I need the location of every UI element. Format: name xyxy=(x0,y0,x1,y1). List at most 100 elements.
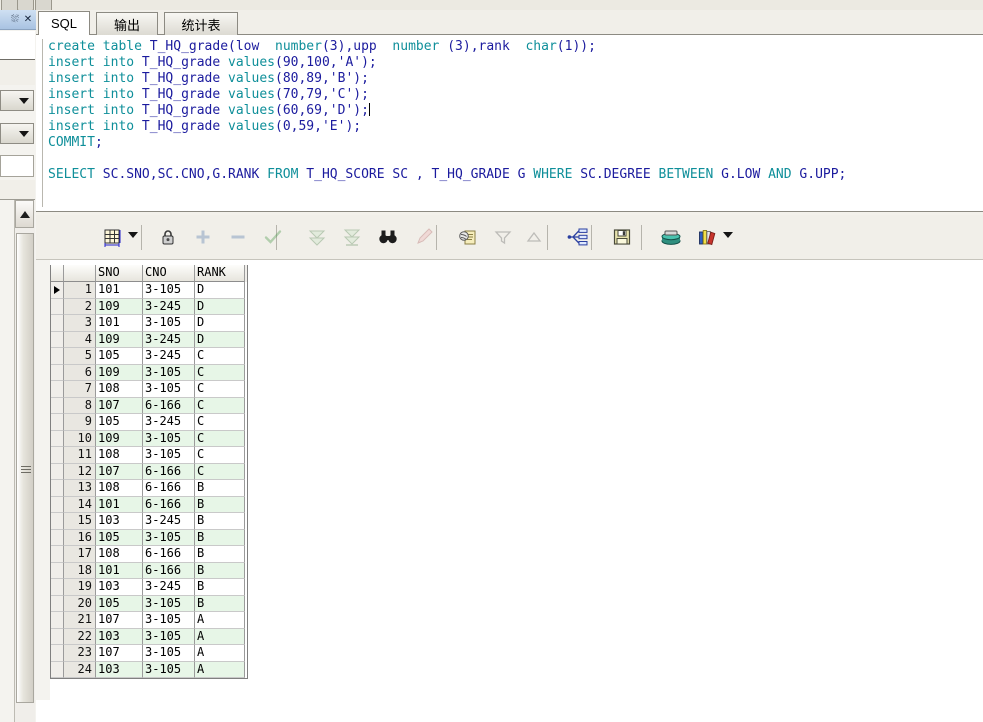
grid-cell-sno[interactable]: 107 xyxy=(96,645,143,662)
save-icon[interactable] xyxy=(608,223,636,251)
grid-cell-rank[interactable]: B xyxy=(195,529,245,546)
row-selector[interactable] xyxy=(51,397,64,414)
table-row[interactable]: 14 101 6-166 B xyxy=(51,496,247,513)
grid-cell-cno[interactable]: 3-105 xyxy=(143,282,195,299)
grid-cell-rank[interactable]: B xyxy=(195,562,245,579)
grid-cell-rank[interactable]: B xyxy=(195,595,245,612)
table-row[interactable]: 16 105 3-105 B xyxy=(51,529,247,546)
grid-cell-cno[interactable]: 3-105 xyxy=(143,645,195,662)
grid-cell-rank[interactable]: C xyxy=(195,364,245,381)
row-selector[interactable] xyxy=(51,381,64,398)
grid-cell-rank[interactable]: B xyxy=(195,480,245,497)
row-selector[interactable] xyxy=(51,480,64,497)
grid-cell-rank[interactable]: C xyxy=(195,463,245,480)
grid-cell-rank[interactable]: A xyxy=(195,628,245,645)
table-row[interactable]: 22 103 3-105 A xyxy=(51,628,247,645)
grid-cell-sno[interactable]: 108 xyxy=(96,381,143,398)
table-row[interactable]: 23 107 3-105 A xyxy=(51,645,247,662)
grid-cell-cno[interactable]: 6-166 xyxy=(143,496,195,513)
row-selector[interactable] xyxy=(51,364,64,381)
grid-layout-icon[interactable] xyxy=(98,223,126,251)
scrollbar-up-button[interactable] xyxy=(15,200,34,228)
grid-cell-rank[interactable]: D xyxy=(195,331,245,348)
grid-cell-rank[interactable]: C xyxy=(195,430,245,447)
row-selector[interactable] xyxy=(51,628,64,645)
row-selector[interactable] xyxy=(51,612,64,629)
grid-cell-rank[interactable]: B xyxy=(195,496,245,513)
table-row[interactable]: 2 109 3-245 D xyxy=(51,298,247,315)
lock-icon[interactable] xyxy=(154,223,182,251)
grid-cell-rank[interactable]: B xyxy=(195,546,245,563)
left-panel-text-field[interactable] xyxy=(0,155,34,177)
grid-cell-rank[interactable]: B xyxy=(195,579,245,596)
table-row[interactable]: 1 101 3-105 D xyxy=(51,282,247,299)
grid-cell-cno[interactable]: 3-245 xyxy=(143,414,195,431)
row-selector[interactable] xyxy=(51,645,64,662)
grid-cell-sno[interactable]: 101 xyxy=(96,496,143,513)
grid-cell-cno[interactable]: 3-105 xyxy=(143,364,195,381)
table-row[interactable]: 6 109 3-105 C xyxy=(51,364,247,381)
grid-column-header[interactable]: CNO xyxy=(143,265,195,282)
table-row[interactable]: 7 108 3-105 C xyxy=(51,381,247,398)
grid-cell-cno[interactable]: 3-105 xyxy=(143,612,195,629)
grid-cell-sno[interactable]: 101 xyxy=(96,562,143,579)
close-icon[interactable]: ✕ xyxy=(23,14,33,26)
grid-cell-rank[interactable]: B xyxy=(195,513,245,530)
grid-cell-rank[interactable]: C xyxy=(195,397,245,414)
grid-cell-sno[interactable]: 101 xyxy=(96,315,143,332)
grid-cell-cno[interactable]: 3-245 xyxy=(143,331,195,348)
grid-cell-sno[interactable]: 107 xyxy=(96,397,143,414)
row-selector[interactable] xyxy=(51,661,64,678)
grid-cell-sno[interactable]: 109 xyxy=(96,331,143,348)
grid-cell-sno[interactable]: 101 xyxy=(96,282,143,299)
grid-cell-cno[interactable]: 3-245 xyxy=(143,298,195,315)
table-row[interactable]: 8 107 6-166 C xyxy=(51,397,247,414)
table-row[interactable]: 19 103 3-245 B xyxy=(51,579,247,596)
grid-cell-rank[interactable]: D xyxy=(195,298,245,315)
table-row[interactable]: 15 103 3-245 B xyxy=(51,513,247,530)
reports-dropdown[interactable] xyxy=(723,232,733,238)
grid-cell-cno[interactable]: 3-245 xyxy=(143,579,195,596)
table-row[interactable]: 10 109 3-105 C xyxy=(51,430,247,447)
grid-cell-sno[interactable]: 107 xyxy=(96,463,143,480)
row-selector[interactable] xyxy=(51,315,64,332)
grid-cell-sno[interactable]: 107 xyxy=(96,612,143,629)
grid-cell-sno[interactable]: 109 xyxy=(96,298,143,315)
grid-cell-cno[interactable]: 3-105 xyxy=(143,381,195,398)
grid-cell-cno[interactable]: 3-105 xyxy=(143,447,195,464)
grid-layout-dropdown[interactable] xyxy=(128,232,138,238)
grid-cell-sno[interactable]: 108 xyxy=(96,447,143,464)
grid-cell-sno[interactable]: 109 xyxy=(96,430,143,447)
sql-editor[interactable]: create table T_HQ_grade(low number(3),up… xyxy=(42,39,977,207)
scrollbar-thumb[interactable] xyxy=(16,233,34,703)
row-selector[interactable] xyxy=(51,529,64,546)
grid-cell-cno[interactable]: 6-166 xyxy=(143,546,195,563)
grid-cell-sno[interactable]: 105 xyxy=(96,348,143,365)
row-selector[interactable] xyxy=(51,447,64,464)
grid-cell-cno[interactable]: 6-166 xyxy=(143,463,195,480)
row-selector[interactable] xyxy=(51,595,64,612)
table-row[interactable]: 3 101 3-105 D xyxy=(51,315,247,332)
grid-cell-cno[interactable]: 6-166 xyxy=(143,397,195,414)
grid-cell-rank[interactable]: C xyxy=(195,414,245,431)
grid-cell-rank[interactable]: D xyxy=(195,282,245,299)
tab-statistics[interactable]: 统计表 xyxy=(164,12,238,35)
row-selector[interactable] xyxy=(51,414,64,431)
grid-cell-cno[interactable]: 3-105 xyxy=(143,529,195,546)
grid-cell-sno[interactable]: 105 xyxy=(96,414,143,431)
table-row[interactable]: 9 105 3-245 C xyxy=(51,414,247,431)
row-selector[interactable] xyxy=(51,579,64,596)
find-icon[interactable] xyxy=(374,223,402,251)
row-selector[interactable] xyxy=(51,298,64,315)
row-selector[interactable] xyxy=(51,562,64,579)
table-row[interactable]: 11 108 3-105 C xyxy=(51,447,247,464)
left-panel-scrollbar[interactable] xyxy=(14,200,35,722)
database-icon[interactable] xyxy=(657,223,685,251)
grid-cell-sno[interactable]: 105 xyxy=(96,595,143,612)
row-selector[interactable] xyxy=(51,546,64,563)
grid-cell-cno[interactable]: 3-245 xyxy=(143,348,195,365)
copy-rows-icon[interactable] xyxy=(454,223,482,251)
reports-icon[interactable] xyxy=(693,223,721,251)
grid-cell-sno[interactable]: 105 xyxy=(96,529,143,546)
grid-cell-cno[interactable]: 3-105 xyxy=(143,430,195,447)
